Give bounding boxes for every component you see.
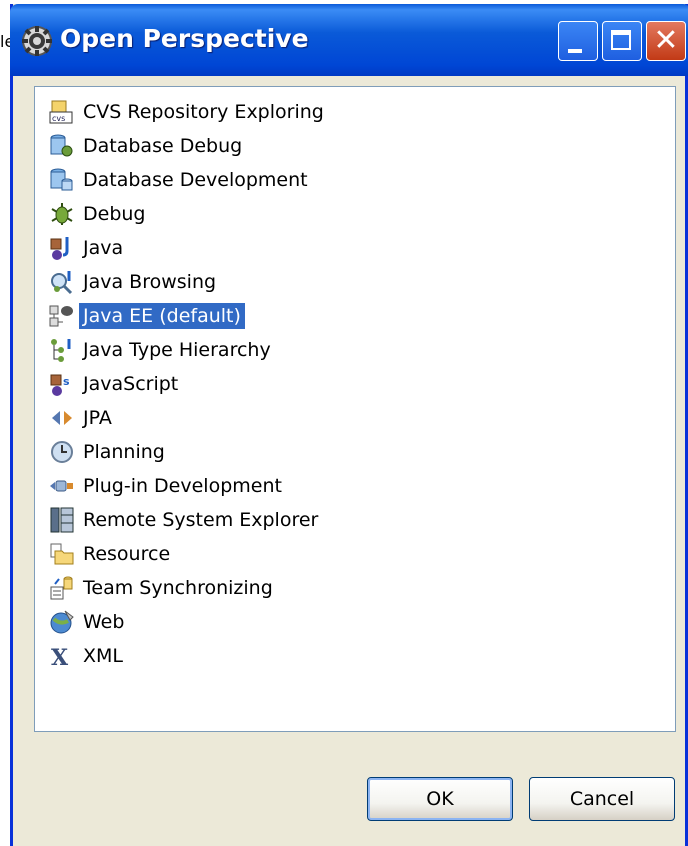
perspective-label: CVS Repository Exploring [83, 101, 324, 123]
xml-icon: X [47, 641, 77, 671]
perspective-item[interactable]: X XML [47, 640, 127, 672]
team-synchronizing-icon [47, 573, 77, 603]
cvs-repository-icon: cvs [47, 97, 77, 127]
perspective-label: Resource [83, 543, 171, 565]
java-icon [47, 233, 77, 263]
jpa-icon [47, 403, 77, 433]
svg-text:X: X [51, 645, 69, 669]
eclipse-gear-icon [20, 24, 54, 58]
perspective-item[interactable]: Java Browsing [47, 266, 220, 298]
planning-clock-icon [47, 437, 77, 467]
perspective-item[interactable]: Database Debug [47, 130, 246, 162]
database-debug-icon [47, 131, 77, 161]
open-perspective-dialog: Open Perspective ✕ cvs CVS Repository Exp… [10, 4, 688, 846]
svg-text:cvs: cvs [52, 114, 65, 123]
perspective-item[interactable]: Resource [47, 538, 174, 570]
perspective-label: JavaScript [83, 373, 179, 395]
perspective-label: Remote System Explorer [83, 509, 319, 531]
perspective-item[interactable]: Planning [47, 436, 169, 468]
svg-text:s: s [63, 375, 70, 388]
perspective-label: Team Synchronizing [83, 577, 273, 599]
perspective-label: Database Development [83, 169, 308, 191]
resource-folder-icon [47, 539, 77, 569]
perspective-label: Plug-in Development [83, 475, 282, 497]
java-type-hierarchy-icon [47, 335, 77, 365]
perspective-item[interactable]: Java Type Hierarchy [47, 334, 275, 366]
perspective-label: Debug [83, 203, 146, 225]
perspective-label: Database Debug [83, 135, 243, 157]
perspective-list[interactable]: cvs CVS Repository Exploring Database Debu… [34, 86, 676, 732]
perspective-item[interactable]: cvs CVS Repository Exploring [47, 96, 328, 128]
close-button[interactable]: ✕ [646, 21, 686, 61]
perspective-item[interactable]: Java EE (default) [47, 300, 245, 332]
debug-bug-icon [47, 199, 77, 229]
maximize-icon [611, 30, 631, 50]
perspective-label: Web [83, 611, 125, 633]
perspective-label: Java Browsing [83, 271, 217, 293]
java-browsing-icon [47, 267, 77, 297]
perspective-label: Java Type Hierarchy [83, 339, 271, 361]
dialog-title: Open Perspective [60, 24, 309, 53]
perspective-item[interactable]: Web [47, 606, 128, 638]
perspective-label: Planning [83, 441, 165, 463]
perspective-item[interactable]: Database Development [47, 164, 312, 196]
javascript-icon: s [47, 369, 77, 399]
ok-button[interactable]: OK [367, 777, 513, 821]
perspective-item[interactable]: Debug [47, 198, 149, 230]
perspective-item[interactable]: Plug-in Development [47, 470, 286, 502]
perspective-item[interactable]: JPA [47, 402, 116, 434]
perspective-label: Java EE (default) [79, 303, 245, 329]
remote-system-explorer-icon [47, 505, 77, 535]
perspective-item[interactable]: Java [47, 232, 127, 264]
perspective-label: JPA [83, 407, 112, 429]
close-icon: ✕ [653, 23, 679, 58]
title-bar[interactable]: Open Perspective ✕ [10, 4, 688, 76]
minimize-button[interactable] [558, 21, 598, 61]
perspective-item[interactable]: s JavaScript [47, 368, 182, 400]
minimize-icon [568, 49, 582, 53]
perspective-label: Java [83, 237, 124, 259]
maximize-button[interactable] [602, 21, 642, 61]
plugin-development-icon [47, 471, 77, 501]
perspective-item[interactable]: Remote System Explorer [47, 504, 322, 536]
perspective-item[interactable]: Team Synchronizing [47, 572, 277, 604]
web-globe-icon [47, 607, 77, 637]
perspective-label: XML [83, 645, 123, 667]
cancel-button[interactable]: Cancel [529, 777, 675, 821]
java-ee-icon [47, 301, 77, 331]
database-development-icon [47, 165, 77, 195]
